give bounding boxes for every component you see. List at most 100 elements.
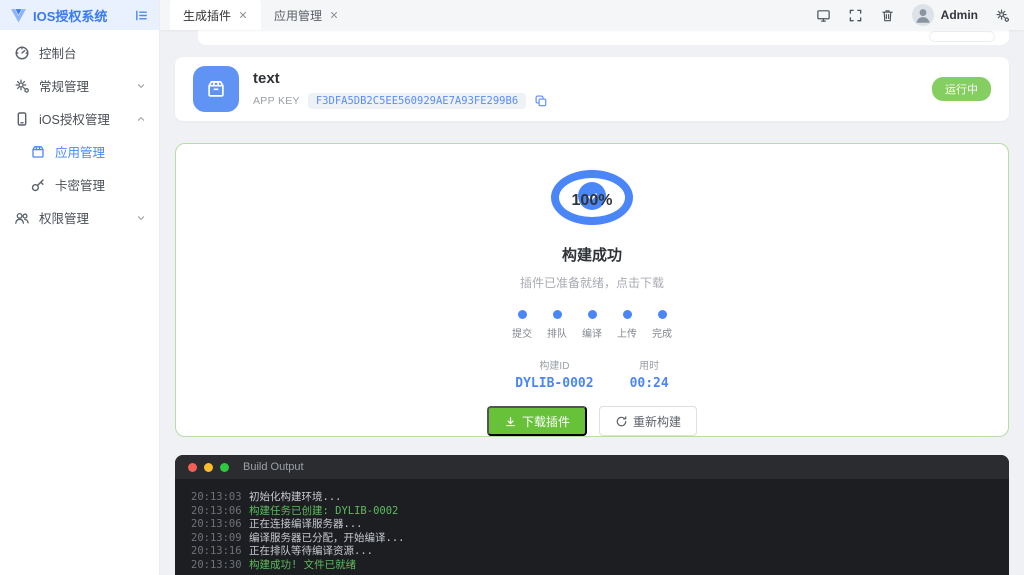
tab-label: 生成插件 <box>183 8 232 23</box>
log-timestamp: 20:13:16 <box>191 545 242 557</box>
terminal-line: 20:13:03 初始化构建环境... <box>191 491 993 505</box>
app-name: text <box>253 69 280 87</box>
build-status-subtitle: 插件已准备就绪，点击下载 <box>519 276 664 290</box>
user-menu[interactable]: Admin <box>911 4 978 26</box>
build-steps: 提交 排队 编译 上传 完成 <box>505 310 680 340</box>
build-status-title: 构建成功 <box>561 247 622 264</box>
collapse-sidebar-icon[interactable] <box>134 8 149 23</box>
trash-icon[interactable] <box>880 8 895 23</box>
step-label: 排队 <box>547 329 567 340</box>
app-key-row: APP KEY F3DFA5DB2C5EE560929AE7A93FE299B6 <box>253 92 548 109</box>
progress-percent: 100% <box>571 192 613 209</box>
build-result-panel: 100% 构建成功 插件已准备就绪，点击下载 提交 排队 编译 上传 完成 构建ID DY… <box>175 143 1009 437</box>
log-message: 正在排队等待编译资源... <box>249 545 373 557</box>
app-key-value: F3DFA5DB2C5EE560929AE7A93FE299B6 <box>307 92 527 109</box>
build-step: 上传 <box>610 310 645 340</box>
sidebar-item[interactable]: 应用管理 <box>0 135 159 168</box>
app-summary-card: text APP KEY F3DFA5DB2C5EE560929AE7A93FE… <box>175 57 1009 121</box>
build-step: 编译 <box>575 310 610 340</box>
download-icon <box>504 415 517 428</box>
build-stat: 构建ID DYLIB-0002 <box>515 357 593 391</box>
sidebar: IOS授权系统 控制台常规管理 iOS授权管理应用管理卡密管理权限管理 <box>0 0 160 575</box>
build-actions: 下载插件 重新构建 <box>486 406 698 436</box>
fullscreen-icon[interactable] <box>848 8 863 23</box>
tab-label: 应用管理 <box>274 8 323 23</box>
log-timestamp: 20:13:06 <box>191 504 242 517</box>
step-dot-icon <box>552 310 562 319</box>
scrolled-element-fragment <box>929 31 995 42</box>
sidebar-item-label: 控制台 <box>39 47 77 61</box>
log-message: 初始化构建环境... <box>249 491 342 503</box>
sidebar-item-label: 常规管理 <box>39 80 90 94</box>
app-logo-icon <box>11 8 26 22</box>
step-dot-icon <box>517 310 527 319</box>
tab[interactable]: 应用管理 <box>261 0 352 30</box>
log-message: 构建成功! 文件已就绪 <box>249 558 357 571</box>
chevron-down-icon <box>135 80 147 92</box>
build-step: 提交 <box>505 310 540 340</box>
topbar-actions: Admin <box>816 0 1024 30</box>
terminal-title: Build Output <box>243 461 304 473</box>
app-title: IOS授权系统 <box>33 8 108 24</box>
sidebar-item[interactable]: 控制台 <box>0 36 159 69</box>
sidebar-nav: 控制台常规管理 iOS授权管理应用管理卡密管理权限管理 <box>0 30 159 234</box>
sidebar-item[interactable]: 常规管理 <box>0 69 159 102</box>
progress-ring: 100% <box>551 170 633 225</box>
chevron-down-icon <box>135 212 147 224</box>
terminal-minimize-dot <box>204 462 213 472</box>
sidebar-item-label: 权限管理 <box>39 212 90 226</box>
stat-value: DYLIB-0002 <box>515 376 594 391</box>
close-icon[interactable] <box>238 10 248 20</box>
terminal-line: 20:13:16 正在排队等待编译资源... <box>191 545 993 559</box>
tab-bar: 生成插件 应用管理 <box>160 0 352 30</box>
key-icon <box>30 177 46 193</box>
build-step: 完成 <box>645 310 680 340</box>
step-label: 编译 <box>582 329 602 340</box>
monitor-icon[interactable] <box>816 8 831 23</box>
app-box-icon <box>30 144 46 160</box>
sidebar-item-label: 卡密管理 <box>55 179 106 193</box>
step-label: 完成 <box>652 329 672 340</box>
log-timestamp: 20:13:03 <box>191 491 242 503</box>
user-name: Admin <box>940 8 978 22</box>
app-package-icon <box>193 66 239 112</box>
rebuild-label: 重新构建 <box>633 414 682 429</box>
download-plugin-button[interactable]: 下载插件 <box>486 406 587 436</box>
gears-icon <box>14 78 30 94</box>
status-badge: 运行中 <box>932 77 991 101</box>
close-icon[interactable] <box>329 10 339 20</box>
settings-gear-icon[interactable] <box>995 8 1010 23</box>
build-stats: 构建ID DYLIB-0002 用时 00:24 <box>515 357 668 391</box>
log-timestamp: 20:13:30 <box>191 558 242 571</box>
topbar: 生成插件 应用管理 Admin <box>160 0 1024 30</box>
step-label: 上传 <box>617 329 637 340</box>
step-label: 提交 <box>512 329 532 340</box>
sidebar-header: IOS授权系统 <box>0 0 159 30</box>
step-dot-icon <box>587 310 597 319</box>
avatar <box>911 4 934 26</box>
rebuild-button[interactable]: 重新构建 <box>599 406 698 436</box>
sidebar-item[interactable]: iOS授权管理 <box>0 102 159 135</box>
log-timestamp: 20:13:06 <box>191 518 242 530</box>
terminal-line: 20:13:06 正在连接编译服务器... <box>191 518 993 532</box>
log-message: 编译服务器已分配，开始编译... <box>249 531 405 544</box>
log-timestamp: 20:13:09 <box>191 531 242 544</box>
sidebar-item[interactable]: 权限管理 <box>0 201 159 234</box>
chevron-up-icon <box>135 113 147 125</box>
tab[interactable]: 生成插件 <box>170 0 262 30</box>
copy-icon[interactable] <box>534 94 548 108</box>
terminal-line: 20:13:06 构建任务已创建: DYLIB-0002 <box>191 505 993 519</box>
dashboard-icon <box>14 45 30 61</box>
stat-label: 用时 <box>639 361 660 372</box>
build-stat: 用时 00:24 <box>630 357 669 391</box>
sidebar-item[interactable]: 卡密管理 <box>0 168 159 201</box>
build-step: 排队 <box>540 310 575 340</box>
refresh-icon <box>615 415 628 428</box>
sidebar-item-label: iOS授权管理 <box>39 113 110 127</box>
terminal-titlebar: Build Output <box>175 455 1009 479</box>
device-icon <box>14 111 30 127</box>
terminal-maximize-dot <box>220 462 229 472</box>
app-info: text APP KEY F3DFA5DB2C5EE560929AE7A93FE… <box>253 70 548 109</box>
main-content: text APP KEY F3DFA5DB2C5EE560929AE7A93FE… <box>160 30 1024 575</box>
sidebar-item-label: 应用管理 <box>55 146 106 160</box>
